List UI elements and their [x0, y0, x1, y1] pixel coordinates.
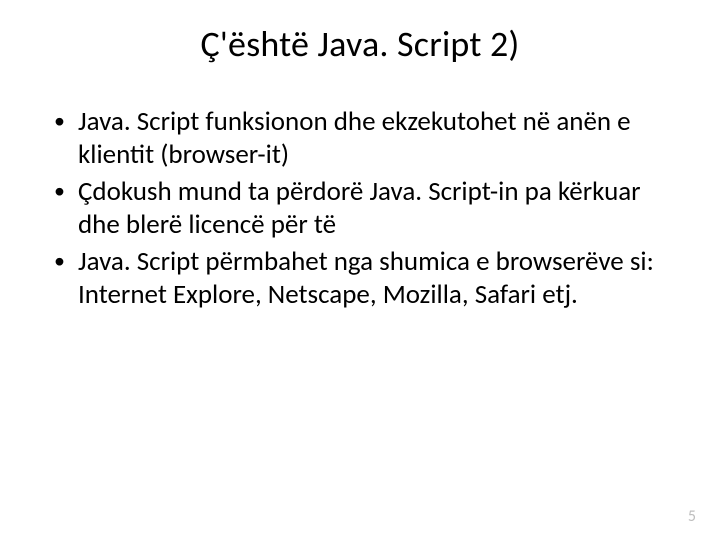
- slide-body: Java. Script funksionon dhe ekzekutohet …: [0, 76, 720, 312]
- page-number: 5: [688, 507, 696, 526]
- bullet-list: Java. Script funksionon dhe ekzekutohet …: [50, 106, 670, 312]
- bullet-item: Java. Script funksionon dhe ekzekutohet …: [50, 106, 670, 172]
- bullet-item: Çdokush mund ta përdorë Java. Script-in …: [50, 176, 670, 242]
- bullet-item: Java. Script përmbahet nga shumica e bro…: [50, 246, 670, 312]
- slide-title: Ç'është Java. Script 2): [0, 0, 720, 76]
- slide: Ç'është Java. Script 2) Java. Script fun…: [0, 0, 720, 540]
